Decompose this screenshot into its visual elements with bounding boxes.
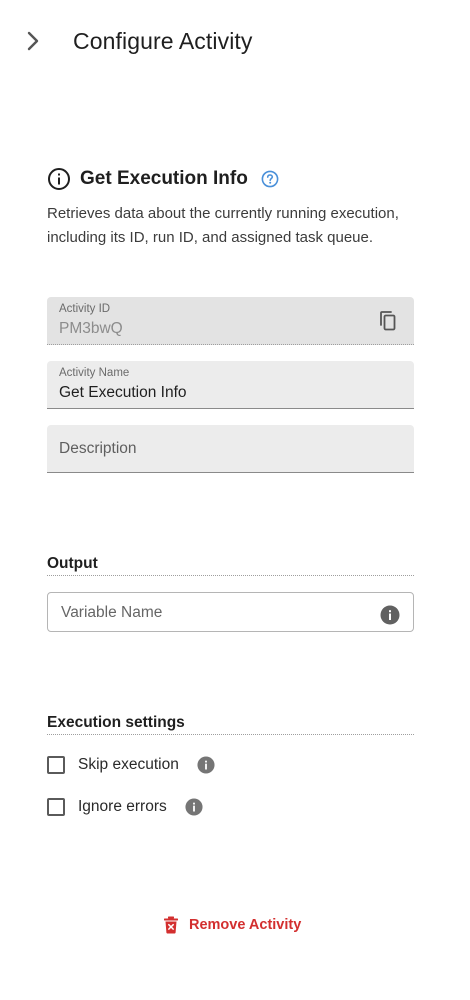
skip-execution-row: Skip execution xyxy=(47,753,215,777)
activity-description: Retrieves data about the currently runni… xyxy=(47,205,399,246)
activity-id-value: PM3bwQ xyxy=(59,320,123,337)
help-button[interactable] xyxy=(261,170,279,188)
info-icon xyxy=(185,798,203,816)
activity-id-field: Activity ID PM3bwQ xyxy=(47,297,414,345)
variable-name-placeholder: Variable Name xyxy=(61,604,163,621)
description-placeholder: Description xyxy=(59,440,137,457)
remove-activity-button[interactable]: Remove Activity xyxy=(163,914,301,936)
copy-id-button[interactable] xyxy=(378,310,398,337)
activity-name-field[interactable]: Activity Name Get Execution Info xyxy=(47,361,414,409)
activity-heading: Get Execution Info xyxy=(47,165,279,193)
trash-icon xyxy=(164,916,178,934)
activity-id-label: Activity ID xyxy=(59,303,111,315)
activity-title: Get Execution Info xyxy=(80,168,248,189)
ignore-errors-row: Ignore errors xyxy=(47,795,203,819)
info-icon xyxy=(380,605,400,625)
variable-info-button[interactable] xyxy=(380,605,400,630)
collapse-panel-button[interactable] xyxy=(20,28,46,54)
ignore-errors-checkbox[interactable] xyxy=(47,798,65,816)
page-title: Configure Activity xyxy=(73,28,253,54)
description-field[interactable]: Description xyxy=(47,425,414,473)
panel-header: Configure Activity xyxy=(0,0,470,84)
output-section-label: Output xyxy=(47,555,414,576)
info-outline-icon xyxy=(48,168,70,190)
skip-info-button[interactable] xyxy=(197,756,215,774)
help-circle-icon xyxy=(261,170,279,188)
copy-icon xyxy=(380,311,396,331)
ignore-errors-label[interactable]: Ignore errors xyxy=(78,798,167,816)
info-icon xyxy=(197,756,215,774)
skip-execution-label[interactable]: Skip execution xyxy=(78,756,179,774)
activity-name-label: Activity Name xyxy=(59,367,130,379)
remove-activity-label: Remove Activity xyxy=(189,917,302,933)
ignore-info-button[interactable] xyxy=(185,798,203,816)
skip-execution-checkbox[interactable] xyxy=(47,756,65,774)
execution-settings-label: Execution settings xyxy=(47,714,414,735)
activity-name-value: Get Execution Info xyxy=(59,384,187,401)
chevron-right-icon xyxy=(27,31,39,51)
variable-name-input[interactable]: Variable Name xyxy=(47,592,414,632)
